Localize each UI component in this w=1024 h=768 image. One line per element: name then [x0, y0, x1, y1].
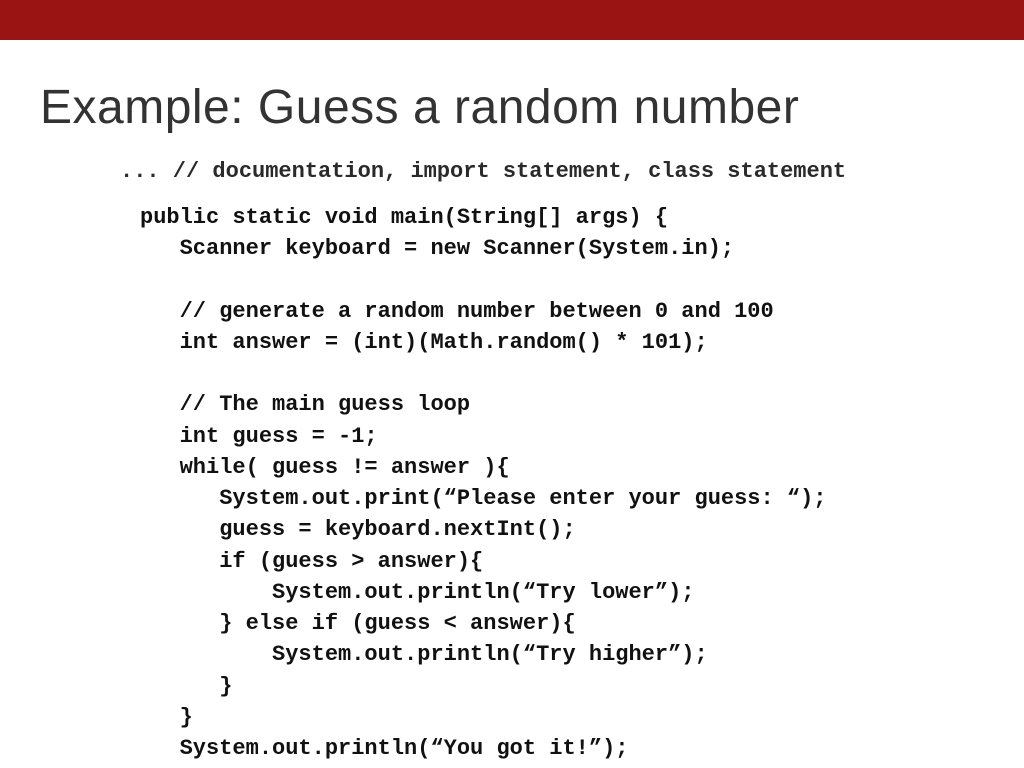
code-intro: ... // documentation, import statement, … — [120, 159, 984, 184]
slide-body: Example: Guess a random number ... // do… — [0, 40, 1024, 768]
slide-top-bar — [0, 0, 1024, 40]
slide-title: Example: Guess a random number — [40, 80, 984, 135]
code-block: public static void main(String[] args) {… — [140, 202, 984, 768]
